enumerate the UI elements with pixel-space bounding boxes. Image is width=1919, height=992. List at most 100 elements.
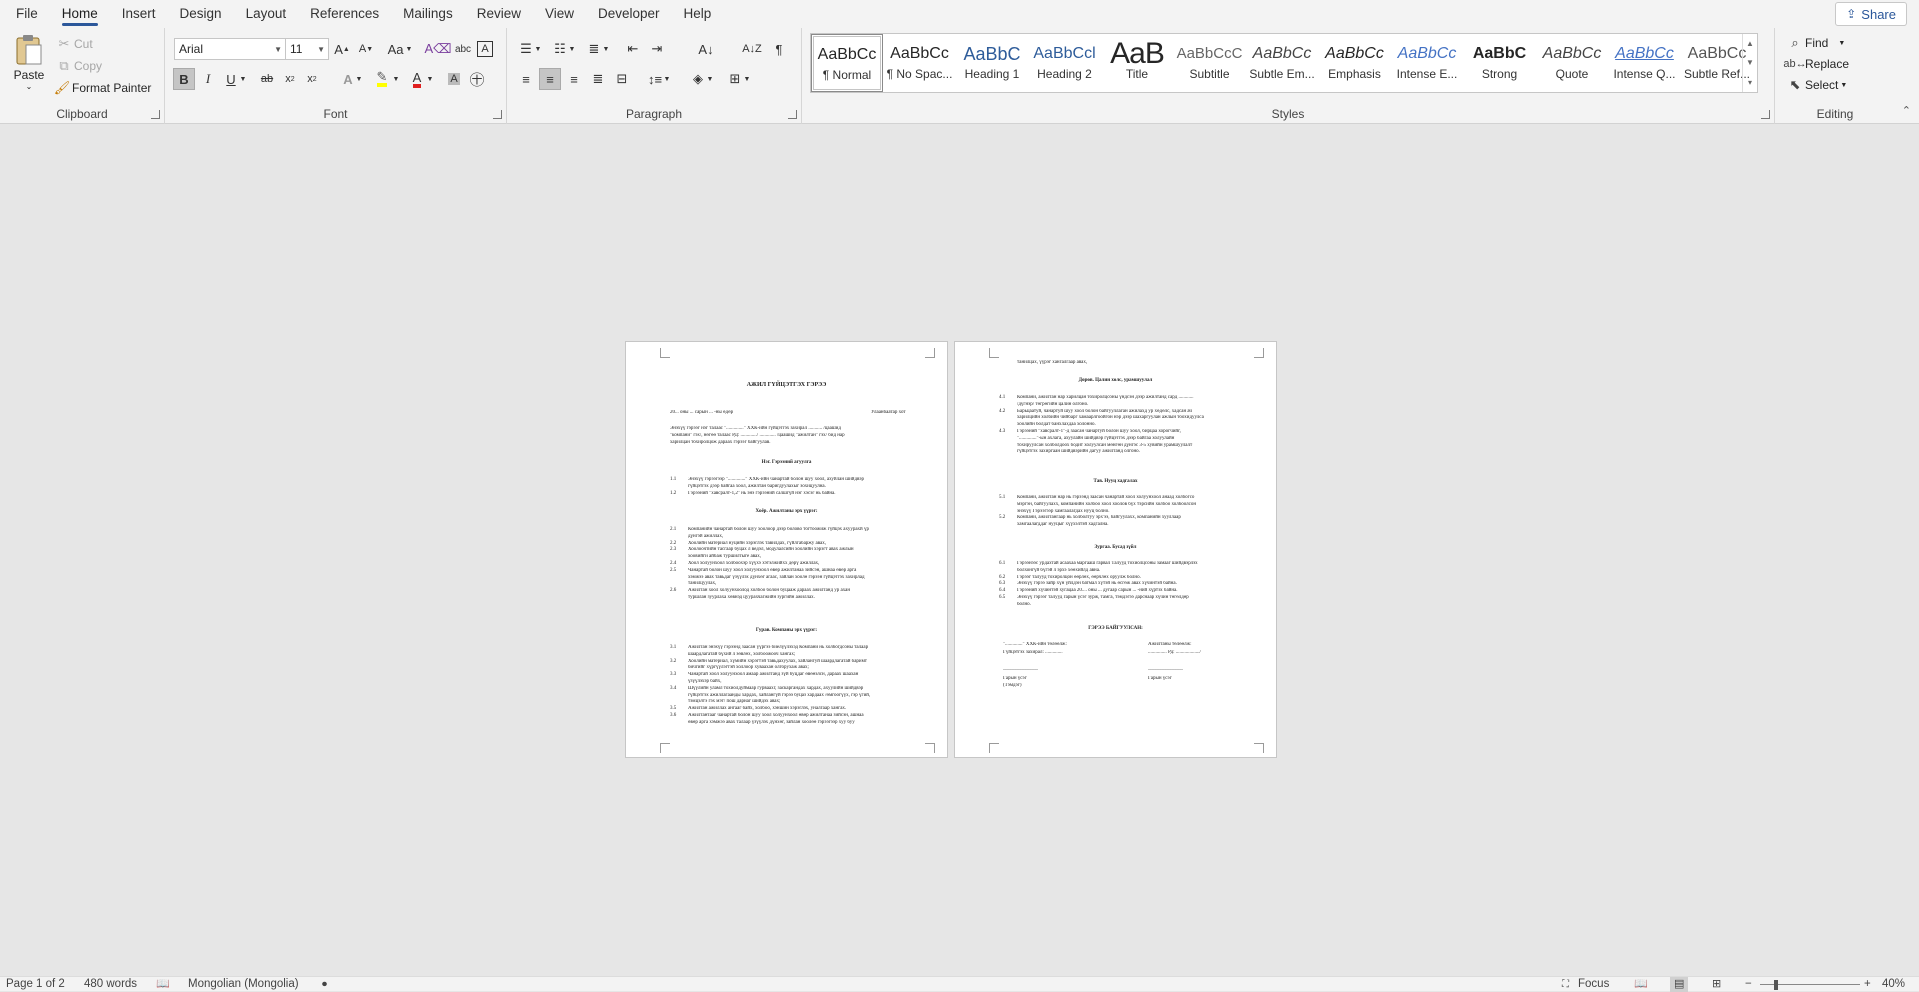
style-no-spac[interactable]: AaBbCc ¶ No Spac... [884, 34, 956, 92]
style-subtle-em[interactable]: AaBbCc Subtle Em... [1246, 34, 1318, 92]
character-shading-icon[interactable]: A [443, 68, 465, 90]
focus-mode-icon[interactable]: ⛶ [1562, 977, 1569, 992]
chevron-down-icon[interactable]: ▼ [237, 68, 249, 90]
web-layout-icon[interactable]: ⊞ [1712, 977, 1721, 992]
style-heading[interactable]: AaBbC Heading 1 [956, 34, 1028, 92]
macro-recording-icon[interactable]: ⏺ [322, 977, 327, 992]
paste-button[interactable]: Paste ⌄ [10, 34, 48, 104]
justify-icon[interactable]: ≣ [587, 68, 609, 90]
dialog-launcher-icon[interactable] [151, 110, 160, 119]
chevron-down-icon[interactable]: ▼ [532, 38, 544, 60]
zoom-thumb[interactable] [1774, 980, 1778, 990]
zoom-out-icon[interactable]: − [1745, 977, 1752, 992]
scissors-icon: ✂ [58, 36, 70, 51]
chevron-up-icon[interactable]: ▲ [1746, 39, 1754, 48]
chevron-down-icon[interactable]: ▼ [741, 68, 753, 90]
decrease-indent-icon[interactable]: ⇤ [622, 38, 644, 60]
chevron-down-icon[interactable]: ▼ [600, 38, 612, 60]
italic-button[interactable]: I [197, 68, 219, 90]
style-emphasis[interactable]: AaBbCc Emphasis [1319, 34, 1391, 92]
more-icon[interactable]: ▾ [1748, 78, 1752, 87]
text-direction-icon[interactable]: A↓ [695, 38, 717, 60]
subscript-button[interactable]: x2 [279, 68, 301, 90]
distributed-icon[interactable]: ⊟ [611, 68, 633, 90]
find-button[interactable]: ⌕ Find ▼ [1785, 33, 1845, 53]
show-formatting-icon[interactable]: ¶ [768, 38, 790, 60]
enclose-characters-icon[interactable]: ㊉ [466, 68, 488, 90]
style-intense-q[interactable]: AaBbCc Intense Q... [1609, 34, 1681, 92]
language[interactable]: Mongolian (Mongolia) [188, 977, 299, 992]
dialog-launcher-icon[interactable] [493, 110, 502, 119]
style-quote[interactable]: AaBbCc Quote [1536, 34, 1608, 92]
shrink-font-button[interactable]: A ▼ [355, 38, 377, 60]
tab-help[interactable]: Help [672, 0, 724, 28]
tab-mailings[interactable]: Mailings [391, 0, 465, 28]
align-right-icon[interactable]: ≡ [563, 68, 585, 90]
style-normal[interactable]: AaBbCc ¶ Normal [811, 34, 883, 92]
change-case-button[interactable]: Aa ▼ [384, 38, 416, 60]
style-name: Subtitle [1189, 67, 1230, 81]
list-number: 2.5 [670, 567, 677, 573]
replace-button[interactable]: ab↔ Replace [1783, 54, 1849, 74]
chevron-down-icon[interactable]: ▼ [424, 68, 436, 90]
list-number: 6.2 [999, 574, 1006, 580]
style-title[interactable]: AaB Title [1101, 34, 1173, 92]
grow-font-button[interactable]: A ▲ [331, 38, 353, 60]
tab-developer[interactable]: Developer [586, 0, 672, 28]
document-canvas[interactable]: АЖИЛ ГҮЙЦЭТГЭХ ГЭРЭЭ 20... оны ... сарын … [0, 124, 1919, 976]
dialog-launcher-icon[interactable] [788, 110, 797, 119]
tab-design[interactable]: Design [168, 0, 234, 28]
font-size-select[interactable]: 11 ▼ [285, 38, 329, 60]
copy-button[interactable]: ⧉ Copy [54, 56, 102, 76]
style-strong[interactable]: AaBbC Strong [1464, 34, 1536, 92]
dialog-launcher-icon[interactable] [1761, 110, 1770, 119]
share-button[interactable]: ⇪ Share [1835, 2, 1907, 26]
focus-label[interactable]: Focus [1578, 977, 1609, 992]
phonetic-guide-icon[interactable]: abc [452, 38, 474, 60]
tab-layout[interactable]: Layout [234, 0, 299, 28]
superscript-button[interactable]: x2 [301, 68, 323, 90]
style-subtitle[interactable]: AaBbCcC Subtitle [1174, 34, 1246, 92]
page-count[interactable]: Page 1 of 2 [6, 977, 65, 992]
font-family-select[interactable]: Arial ▼ [174, 38, 286, 60]
tab-home[interactable]: Home [50, 0, 110, 28]
list-text: Гэрээний хүчинтэй хугацаа 20.... оны ...… [1017, 588, 1178, 594]
read-mode-icon[interactable]: 📖 [1634, 977, 1648, 992]
list-text: /дүгнэр/ төгрөгийн цалин олгоно. [1017, 401, 1089, 407]
signature-right: Ажилтаны төлөөлж: [1148, 642, 1192, 647]
zoom-in-icon[interactable]: + [1864, 977, 1871, 992]
signature-left: (Тэмдэг) [1003, 683, 1022, 688]
page-2[interactable]: танилцах, үүрэг хангалгаар авах, Дөрөв. Ц… [954, 341, 1277, 758]
tab-view[interactable]: View [533, 0, 586, 28]
chevron-down-icon[interactable]: ▼ [566, 38, 578, 60]
print-layout-icon[interactable]: ▤ [1670, 977, 1689, 992]
character-border-icon[interactable]: A [477, 41, 493, 57]
zoom-level[interactable]: 40% [1882, 977, 1905, 992]
clear-formatting-icon[interactable]: A⌫ [424, 38, 451, 60]
tab-references[interactable]: References [298, 0, 391, 28]
strikethrough-button[interactable]: ab [256, 68, 278, 90]
chevron-down-icon[interactable]: ▼ [353, 68, 365, 90]
word-count[interactable]: 480 words [84, 977, 137, 992]
tab-insert[interactable]: Insert [110, 0, 168, 28]
chevron-down-icon[interactable]: ▼ [1746, 58, 1754, 67]
chevron-down-icon[interactable]: ▼ [704, 68, 716, 90]
sort-icon[interactable]: A↓Z [741, 38, 763, 60]
select-button[interactable]: ⬉ Select ▼ [1785, 75, 1848, 95]
bold-button[interactable]: B [173, 68, 195, 90]
collapse-ribbon-icon[interactable]: ⌃ [1902, 104, 1911, 117]
increase-indent-icon[interactable]: ⇥ [646, 38, 668, 60]
tab-review[interactable]: Review [465, 0, 533, 28]
cut-button[interactable]: ✂ Cut [54, 34, 93, 54]
align-center-icon[interactable]: ≡ [539, 68, 561, 90]
format-painter-button[interactable]: 🖌 Format Painter [52, 78, 152, 98]
chevron-down-icon[interactable]: ▼ [390, 68, 402, 90]
page-1[interactable]: АЖИЛ ГҮЙЦЭТГЭХ ГЭРЭЭ 20... оны ... сарын … [625, 341, 948, 758]
styles-scroll[interactable]: ▲ ▼ ▾ [1742, 34, 1757, 92]
style-heading[interactable]: AaBbCcl Heading 2 [1029, 34, 1101, 92]
tab-file[interactable]: File [4, 0, 50, 28]
chevron-down-icon[interactable]: ▼ [661, 68, 673, 90]
style-intense-e[interactable]: AaBbCc Intense E... [1391, 34, 1463, 92]
proofing-icon[interactable]: 📖 [156, 977, 170, 992]
align-left-icon[interactable]: ≡ [515, 68, 537, 90]
